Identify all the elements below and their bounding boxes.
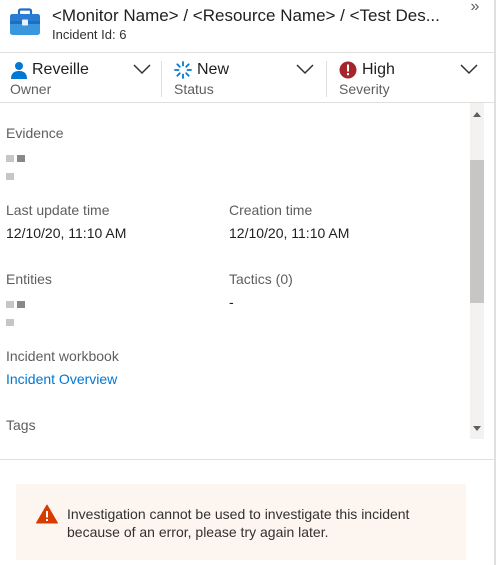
incident-id: Incident Id: 6	[52, 27, 127, 42]
severity-label: Severity	[339, 81, 390, 97]
user-icon	[11, 62, 27, 79]
chevron-down-icon	[133, 64, 151, 75]
last-update-value: 12/10/20, 11:10 AM	[6, 225, 127, 241]
severity-value: High	[362, 61, 395, 78]
creation-time-label: Creation time	[229, 202, 313, 218]
owner-label: Owner	[10, 81, 52, 97]
entities-loading-indicator	[6, 301, 38, 326]
evidence-label: Evidence	[6, 125, 64, 141]
evidence-loading-indicator	[6, 155, 38, 180]
tags-label: Tags	[6, 417, 36, 433]
details-scrollbar[interactable]	[466, 103, 488, 439]
owner-dropdown[interactable]: Reveille Owner	[0, 53, 160, 103]
error-icon	[339, 61, 357, 79]
spinner-icon	[174, 61, 192, 79]
divider	[0, 459, 496, 460]
chevron-down-icon	[296, 64, 314, 75]
last-update-label: Last update time	[6, 202, 110, 218]
creation-time-value: 12/10/20, 11:10 AM	[229, 225, 350, 241]
briefcase-icon	[10, 8, 40, 35]
incident-title: <Monitor Name> / <Resource Name> / <Test…	[52, 6, 440, 25]
severity-dropdown[interactable]: High Severity	[327, 53, 487, 103]
tactics-value: -	[229, 294, 234, 310]
scroll-down-icon[interactable]	[470, 421, 484, 435]
expand-icon[interactable]: »	[467, 0, 483, 16]
owner-value: Reveille	[32, 61, 89, 78]
entities-label: Entities	[6, 271, 52, 287]
chevron-down-icon	[460, 64, 478, 75]
panel-header: <Monitor Name> / <Resource Name> / <Test…	[0, 0, 496, 52]
scroll-up-icon[interactable]	[470, 108, 484, 122]
tactics-label: Tactics (0)	[229, 271, 293, 287]
warning-message-text: Investigation cannot be used to investig…	[67, 506, 410, 540]
warning-icon	[36, 504, 58, 524]
incident-details[interactable]: Evidence Last update time 12/10/20, 11:1…	[0, 103, 470, 439]
scroll-thumb[interactable]	[470, 160, 484, 303]
incident-overview-link[interactable]: Incident Overview	[6, 370, 117, 388]
warning-message-bar: Investigation cannot be used to investig…	[16, 484, 466, 560]
workbook-label: Incident workbook	[6, 348, 119, 364]
status-dropdown[interactable]: New Status	[162, 53, 326, 103]
incident-status-bar: Reveille Owner New Status High Severity	[0, 52, 496, 103]
status-value: New	[197, 61, 230, 78]
status-label: Status	[174, 81, 214, 97]
